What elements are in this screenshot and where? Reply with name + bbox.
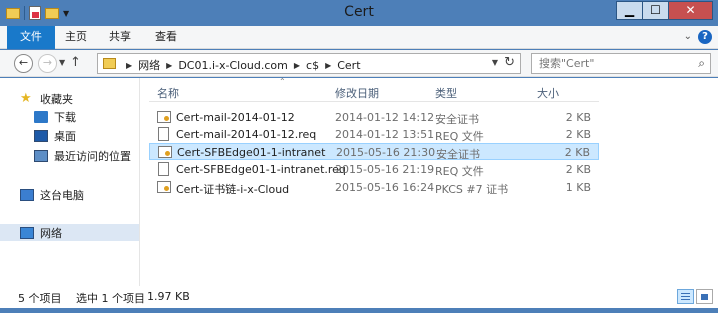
recent-locations-chevron-icon[interactable]: ▼ [59,58,65,67]
certificate-icon [158,146,172,158]
breadcrumb-folder[interactable]: Cert [337,59,360,72]
file-type: REQ 文件 [435,165,484,178]
details-view-button[interactable] [677,289,694,304]
breadcrumb: ▶ 网络 ▶ DC01.i-x-Cloud.com ▶ c$ ▶ Cert [120,57,361,73]
file-row[interactable]: Cert-证书链-i-x-Cloud 2015-05-16 16:24 PKCS… [149,179,599,196]
status-bar: 5 个项目 选中 1 个项目 1.97 KB [0,286,718,308]
up-arrow-icon[interactable]: ↑ [70,55,81,70]
close-button[interactable]: ✕ [668,1,713,20]
sidebar-item-downloads[interactable]: 下载 [34,108,139,125]
file-date: 2014-01-12 13:51 [335,128,435,141]
ribbon-tabs: 文件 主页 共享 查看 ⌄ ? [0,26,718,49]
sidebar-item-this-pc[interactable]: 这台电脑 [20,186,139,203]
window-title: Cert [344,4,374,20]
file-name: Cert-SFBEdge01-1-intranet.req [176,163,346,176]
file-row-selected[interactable]: Cert-SFBEdge01-1-intranet 2015-05-16 21:… [149,143,599,161]
navigation-bar: ← → ▼ ↑ ▶ 网络 ▶ DC01.i-x-Cloud.com ▶ c$ ▶… [0,50,718,77]
window-border [0,308,718,313]
file-date: 2015-05-16 21:30 [336,146,436,159]
search-input[interactable] [539,57,689,70]
column-header-size[interactable]: 大小 [537,85,559,101]
sidebar-item-label: 这台电脑 [40,188,84,202]
file-size: 2 KB [564,146,590,159]
file-name: Cert-证书链-i-x-Cloud [176,183,290,196]
forward-button[interactable]: → [38,54,57,73]
column-header-date[interactable]: 修改日期 [335,85,379,101]
file-name: Cert-mail-2014-01-12 [176,111,295,124]
sidebar-item-label: 桌面 [54,129,76,143]
back-button[interactable]: ← [14,54,33,73]
column-header-type[interactable]: 类型 [435,85,457,101]
sidebar-item-label: 网络 [40,226,62,240]
search-icon[interactable]: ⌕ [698,56,705,71]
sidebar-item-label: 最近访问的位置 [54,149,131,163]
breadcrumb-server[interactable]: DC01.i-x-Cloud.com [178,59,288,72]
expand-ribbon-chevron-icon[interactable]: ⌄ [684,31,692,42]
desktop-icon [34,129,48,142]
file-row[interactable]: Cert-mail-2014-01-12.req 2014-01-12 13:5… [149,126,599,143]
column-headers: ⌃ 名称 修改日期 类型 大小 [149,77,599,102]
content-area: ★ 收藏夹 下载 桌面 最近访问的位置 这台电脑 网络 ⌃ 名称 修改日期 类型… [0,77,718,286]
navigation-pane: ★ 收藏夹 下载 桌面 最近访问的位置 这台电脑 网络 [0,78,140,286]
file-size: 1 KB [565,181,591,194]
file-row[interactable]: Cert-mail-2014-01-12 2014-01-12 14:12 安全… [149,109,599,126]
file-date: 2015-05-16 16:24 [335,181,435,194]
file-type: 安全证书 [435,113,479,126]
refresh-icon[interactable]: ↻ [504,55,515,70]
certificate-icon [157,181,171,193]
tab-view[interactable]: 查看 [146,26,186,49]
breadcrumb-share[interactable]: c$ [306,59,319,72]
sidebar-item-desktop[interactable]: 桌面 [34,127,139,144]
network-icon [20,226,34,239]
file-list: ⌃ 名称 修改日期 类型 大小 Cert-mail-2014-01-12 201… [141,77,718,286]
sidebar-item-label: 收藏夹 [40,92,73,106]
sidebar-item-network[interactable]: 网络 [0,224,139,241]
minimize-button[interactable]: ▁ [616,1,643,20]
address-bar[interactable]: ▶ 网络 ▶ DC01.i-x-Cloud.com ▶ c$ ▶ Cert ▼ … [97,53,521,74]
tab-share[interactable]: 共享 [100,26,140,49]
sidebar-item-label: 下载 [54,110,76,124]
explorer-window: ▼ Cert ▁ ☐ ✕ 文件 主页 共享 查看 ⌄ ? ← → ▼ ↑ ▶ 网… [0,0,718,313]
tab-home[interactable]: 主页 [56,26,96,49]
maximize-button[interactable]: ☐ [642,1,669,20]
file-size: 2 KB [565,111,591,124]
breadcrumb-arrow-icon[interactable]: ▶ [126,61,132,70]
file-name: Cert-SFBEdge01-1-intranet [177,146,326,159]
file-type: PKCS #7 证书 [435,183,509,196]
recent-places-icon [34,149,48,162]
address-history-chevron-icon[interactable]: ▼ [492,58,498,67]
selection-count: 选中 1 个项目 [76,292,145,305]
breadcrumb-arrow-icon[interactable]: ▶ [294,61,300,70]
large-icons-view-button[interactable] [696,289,713,304]
file-type: REQ 文件 [435,130,484,143]
help-icon[interactable]: ? [698,30,712,44]
selection-size: 1.97 KB [147,290,190,303]
computer-icon [20,188,34,201]
column-header-name[interactable]: 名称 [157,85,179,101]
sidebar-item-recent[interactable]: 最近访问的位置 [34,147,139,164]
file-icon [158,162,169,176]
folder-icon [103,58,116,69]
title-bar: ▼ Cert ▁ ☐ ✕ [0,0,718,26]
download-icon [34,110,48,123]
breadcrumb-arrow-icon[interactable]: ▶ [166,61,172,70]
tab-file[interactable]: 文件 [7,26,55,49]
file-row[interactable]: Cert-SFBEdge01-1-intranet.req 2015-05-16… [149,161,599,178]
search-box[interactable]: ⌕ [531,53,711,74]
file-type: 安全证书 [436,148,480,161]
file-name: Cert-mail-2014-01-12.req [176,128,317,141]
file-size: 2 KB [565,128,591,141]
breadcrumb-network[interactable]: 网络 [138,57,160,73]
breadcrumb-arrow-icon[interactable]: ▶ [325,61,331,70]
star-icon: ★ [20,90,32,106]
file-date: 2014-01-12 14:12 [335,111,435,124]
file-size: 2 KB [565,163,591,176]
certificate-icon [157,111,171,123]
sidebar-item-favorites[interactable]: ★ 收藏夹 [20,90,139,107]
window-controls: ▁ ☐ ✕ [616,1,713,20]
sort-up-icon: ⌃ [279,77,286,86]
file-date: 2015-05-16 21:19 [335,163,435,176]
item-count: 5 个项目 [18,292,62,305]
file-icon [158,127,169,141]
